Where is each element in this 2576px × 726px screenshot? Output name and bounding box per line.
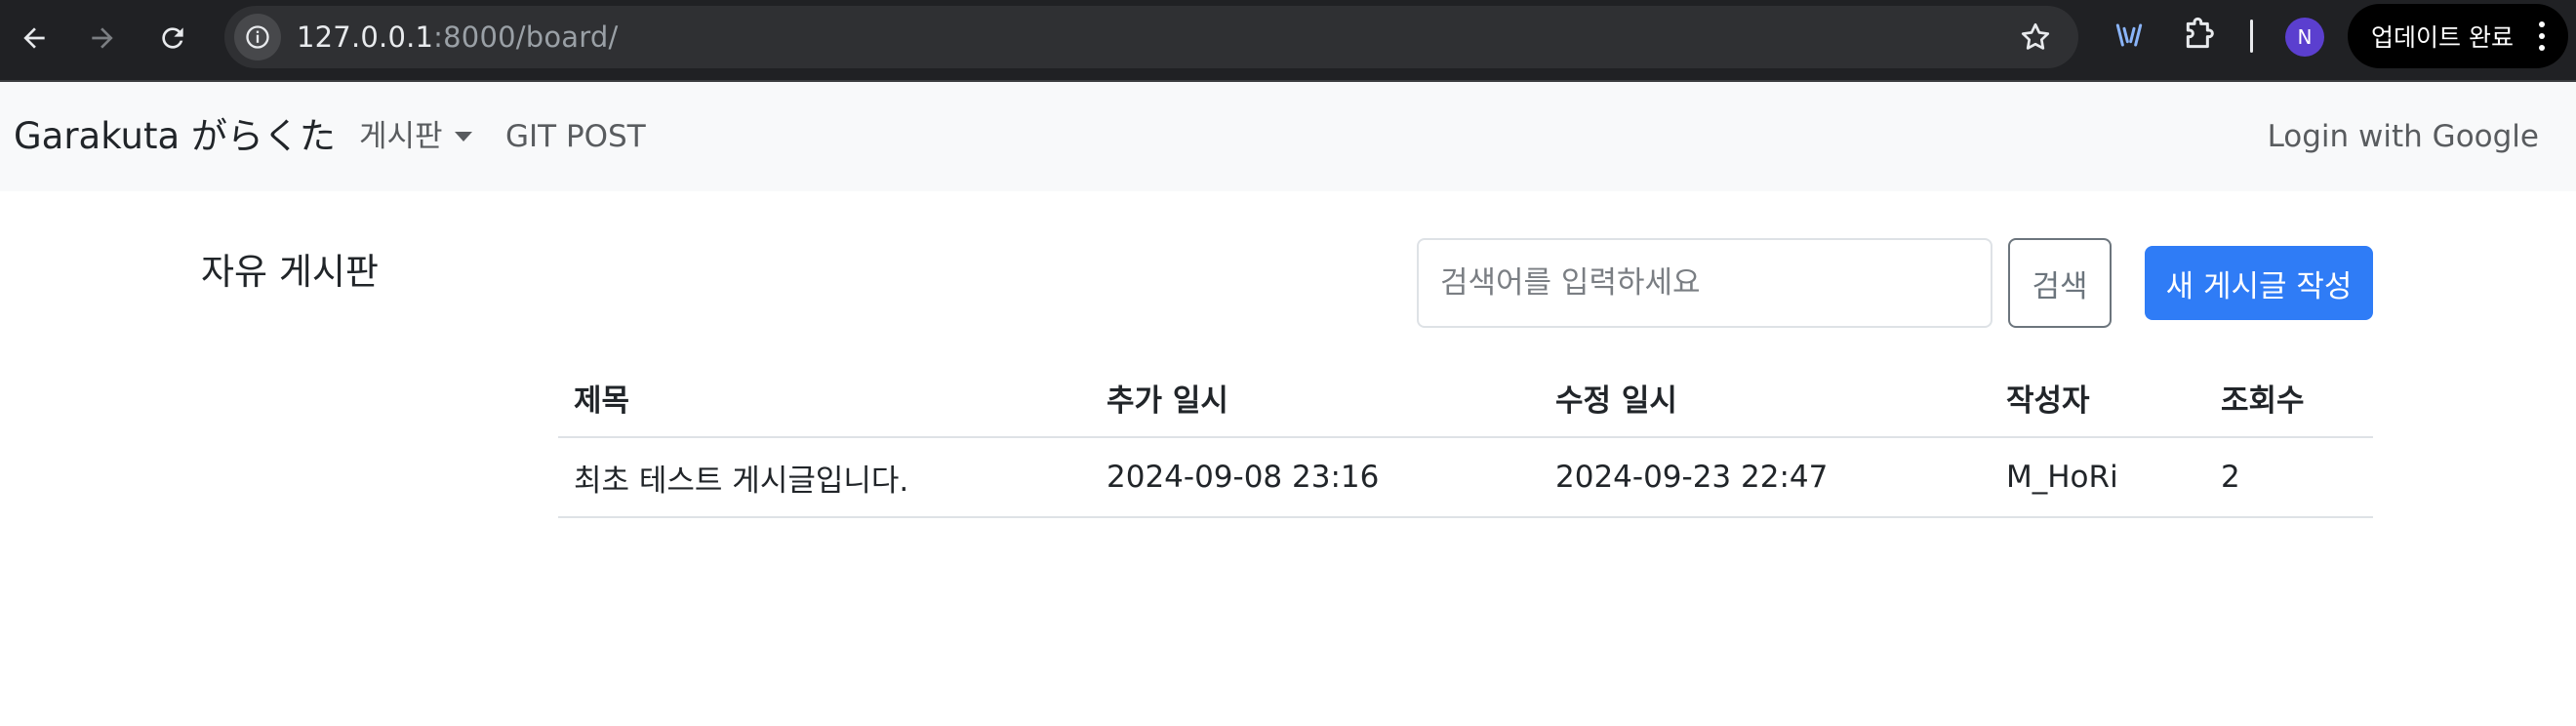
board-table: 제목 추가 일시 수정 일시 작성자 조회수 최초 테스트 게시글입니다. 20… [558,359,2373,518]
board-dropdown-label: 게시판 [359,119,443,154]
login-google-link[interactable]: Login with Google [2268,82,2539,191]
table-row[interactable]: 최초 테스트 게시글입니다. 2024-09-08 23:16 2024-09-… [558,437,2373,518]
post-modified-cell: 2024-09-23 22:47 [1540,437,1991,518]
menu-kebab-icon [2539,21,2545,51]
address-bar[interactable]: 127.0.0.1:8000/board/ [224,6,2078,68]
reload-icon [162,27,183,49]
update-button[interactable]: 업데이트 완료 [2348,4,2568,68]
search-input[interactable] [1417,238,1992,328]
new-post-button[interactable]: 새 게시글 작성 [2145,246,2373,320]
back-button[interactable] [8,12,60,64]
column-header-created: 추가 일시 [1091,359,1540,438]
table-header-row: 제목 추가 일시 수정 일시 작성자 조회수 [558,359,2373,438]
search-button[interactable]: 검색 [2008,238,2112,328]
post-author-cell: M_HoRi [1991,437,2205,518]
browser-toolbar: 127.0.0.1:8000/board/ N 업데이트 완료 [0,0,2576,82]
brand-logo-link[interactable]: Garakuta がらくた [14,82,336,191]
board-dropdown[interactable]: 게시판 [359,82,472,191]
url-path: :8000/board/ [433,20,619,54]
extensions-icon[interactable] [2180,16,2219,55]
back-icon [23,27,45,49]
forward-icon [92,27,113,49]
site-info-icon [246,25,269,49]
page-title: 자유 게시판 [201,251,379,293]
site-info-button[interactable] [234,14,281,60]
reload-button[interactable] [146,12,199,64]
toolbar-divider [2250,20,2253,53]
column-header-title: 제목 [558,359,1091,438]
cast-icon[interactable] [2110,16,2149,55]
column-header-author: 작성자 [1991,359,2205,438]
site-navbar: Garakuta がらくた 게시판 GIT POST Login with Go… [0,82,2576,191]
bookmark-star-icon[interactable] [2018,20,2053,55]
column-header-views: 조회수 [2205,359,2373,438]
url-text: 127.0.0.1:8000/board/ [297,6,618,68]
column-header-modified: 수정 일시 [1540,359,1991,438]
post-title-cell[interactable]: 최초 테스트 게시글입니다. [558,437,1091,518]
post-views-cell: 2 [2205,437,2373,518]
profile-avatar[interactable]: N [2285,18,2324,57]
post-created-cell: 2024-09-08 23:16 [1091,437,1540,518]
caret-down-icon [454,131,472,141]
forward-button[interactable] [76,12,129,64]
update-label: 업데이트 완료 [2371,23,2514,52]
git-post-link[interactable]: GIT POST [505,82,646,191]
url-host: 127.0.0.1 [297,20,434,54]
